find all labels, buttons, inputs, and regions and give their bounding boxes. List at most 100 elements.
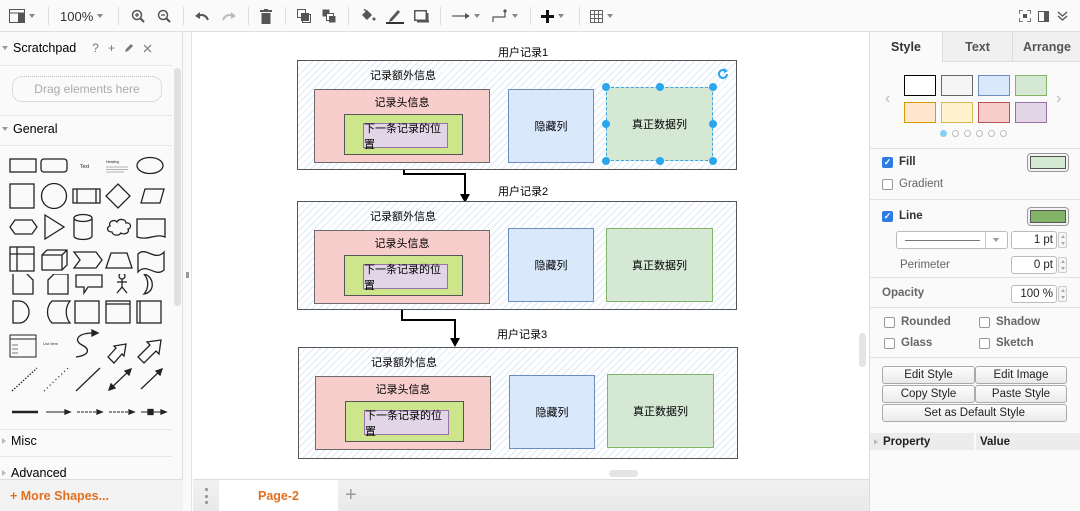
fill-color-button[interactable] xyxy=(360,6,376,26)
resize-handle[interactable] xyxy=(709,157,717,165)
shadow-option[interactable]: Shadow xyxy=(979,316,1040,328)
style-swatch[interactable] xyxy=(1015,102,1047,123)
canvas-horizontal-scrollbar[interactable] xyxy=(609,470,638,477)
toggle-format-panel-button[interactable] xyxy=(1038,6,1049,26)
record-header-box[interactable]: 记录头信息 下一条记录的位置 xyxy=(315,376,491,450)
format-panel-toggle-button[interactable] xyxy=(9,6,35,26)
waypoints-button[interactable] xyxy=(492,6,518,26)
delete-button[interactable] xyxy=(260,6,272,26)
resize-handle[interactable] xyxy=(602,157,610,165)
sidebar-splitter[interactable] xyxy=(183,32,192,511)
user-record-1[interactable]: 记录额外信息 记录头信息 下一条记录的位置 隐藏列 真正数据列 xyxy=(297,60,737,170)
real-data-columns-box[interactable]: 真正数据列 xyxy=(606,228,713,302)
user-record-3[interactable]: 记录额外信息 记录头信息 下一条记录的位置 隐藏列 真正数据列 xyxy=(298,347,738,459)
line-color-picker[interactable] xyxy=(1027,207,1069,226)
real-data-columns-box[interactable]: 真正数据列 xyxy=(607,374,714,448)
to-front-button[interactable] xyxy=(297,6,311,26)
tab-style[interactable]: Style xyxy=(870,32,942,62)
help-icon[interactable]: ? xyxy=(92,41,99,55)
line-width-stepper[interactable] xyxy=(1058,232,1067,248)
sidebar-scrollbar[interactable] xyxy=(174,68,181,306)
next-record-container[interactable]: 下一条记录的位置 xyxy=(345,401,464,442)
add-page-button[interactable]: + xyxy=(345,484,357,507)
pages-menu-icon[interactable] xyxy=(201,488,211,504)
perimeter-input[interactable]: 0 pt xyxy=(1011,256,1057,274)
fill-checkbox[interactable]: ✓ xyxy=(882,156,893,168)
page-tab[interactable]: Page-2 xyxy=(219,480,338,511)
sketch-checkbox[interactable] xyxy=(979,337,990,349)
tab-arrange[interactable]: Arrange xyxy=(1012,32,1080,62)
zoom-in-button[interactable] xyxy=(131,6,145,26)
more-shapes-button[interactable]: + More Shapes... xyxy=(0,479,183,511)
edit-style-button[interactable]: Edit Style xyxy=(882,366,975,384)
canvas-vertical-scrollbar[interactable] xyxy=(859,333,866,367)
swatch-page-dot[interactable] xyxy=(952,130,959,137)
property-column-header[interactable]: Property xyxy=(870,433,974,450)
swatch-prev-icon[interactable]: ‹ xyxy=(885,90,890,108)
undo-button[interactable] xyxy=(195,6,209,26)
user-record-2[interactable]: 记录额外信息 记录头信息 下一条记录的位置 隐藏列 真正数据列 xyxy=(297,201,737,310)
style-swatch[interactable] xyxy=(941,75,973,96)
fill-color-picker[interactable] xyxy=(1027,153,1069,172)
line-width-input[interactable]: 1 pt xyxy=(1011,231,1057,249)
close-icon[interactable] xyxy=(143,44,152,53)
diagram-canvas[interactable]: 用户记录1 记录额外信息 记录头信息 下一条记录的位置 隐藏列 真正数据列 用户… xyxy=(193,32,869,479)
zoom-dropdown[interactable]: 100% xyxy=(60,6,104,26)
style-swatch[interactable] xyxy=(941,102,973,123)
resize-handle[interactable] xyxy=(656,83,664,91)
style-swatch[interactable] xyxy=(904,102,936,123)
rounded-option[interactable]: Rounded xyxy=(884,316,951,328)
real-data-columns-box[interactable]: 真正数据列 xyxy=(606,87,713,161)
opacity-stepper[interactable] xyxy=(1058,286,1067,302)
set-default-style-button[interactable]: Set as Default Style xyxy=(882,404,1067,422)
swatch-page-dot[interactable] xyxy=(988,130,995,137)
perimeter-stepper[interactable] xyxy=(1058,257,1067,273)
zoom-out-button[interactable] xyxy=(157,6,171,26)
resize-handle[interactable] xyxy=(602,83,610,91)
next-record-pointer[interactable]: 下一条记录的位置 xyxy=(363,123,448,151)
sketch-option[interactable]: Sketch xyxy=(979,337,1034,349)
glass-checkbox[interactable] xyxy=(884,337,895,349)
swatch-page-dot[interactable] xyxy=(1000,130,1007,137)
style-swatch[interactable] xyxy=(978,102,1010,123)
add-icon[interactable]: + xyxy=(108,41,115,55)
next-record-container[interactable]: 下一条记录的位置 xyxy=(344,114,463,155)
shadow-button[interactable] xyxy=(414,6,429,26)
style-swatch[interactable] xyxy=(1015,75,1047,96)
shadow-checkbox[interactable] xyxy=(979,316,990,328)
swatch-page-dot[interactable] xyxy=(940,130,947,137)
paste-style-button[interactable]: Paste Style xyxy=(975,385,1067,403)
tab-text[interactable]: Text xyxy=(942,32,1012,62)
line-color-button[interactable] xyxy=(386,6,404,26)
hidden-columns-box[interactable]: 隐藏列 xyxy=(508,228,594,302)
glass-option[interactable]: Glass xyxy=(884,337,932,349)
connection-style-button[interactable] xyxy=(452,6,480,26)
to-back-button[interactable] xyxy=(322,6,336,26)
collapse-toolbar-button[interactable] xyxy=(1057,6,1068,26)
edit-icon[interactable] xyxy=(124,43,134,53)
record-header-box[interactable]: 记录头信息 下一条记录的位置 xyxy=(314,230,490,304)
record-header-box[interactable]: 记录头信息 下一条记录的位置 xyxy=(314,89,490,163)
resize-handle[interactable] xyxy=(656,157,664,165)
next-record-pointer[interactable]: 下一条记录的位置 xyxy=(363,264,448,292)
redo-button[interactable] xyxy=(222,6,236,26)
misc-section-header[interactable]: Misc xyxy=(0,430,172,452)
hidden-columns-box[interactable]: 隐藏列 xyxy=(509,375,595,449)
general-section-header[interactable]: General xyxy=(0,118,172,140)
style-swatch[interactable] xyxy=(904,75,936,96)
next-record-pointer[interactable]: 下一条记录的位置 xyxy=(364,410,449,438)
scratchpad-drop-zone[interactable]: Drag elements here xyxy=(12,76,162,102)
resize-handle[interactable] xyxy=(602,120,610,128)
next-record-container[interactable]: 下一条记录的位置 xyxy=(344,255,463,296)
scratchpad-header[interactable]: Scratchpad ? + xyxy=(0,37,172,59)
resize-handle[interactable] xyxy=(709,83,717,91)
opacity-input[interactable]: 100 % xyxy=(1011,285,1057,303)
swatch-page-dot[interactable] xyxy=(976,130,983,137)
hidden-columns-box[interactable]: 隐藏列 xyxy=(508,89,594,163)
rounded-checkbox[interactable] xyxy=(884,316,895,328)
edit-image-button[interactable]: Edit Image xyxy=(975,366,1067,384)
line-checkbox[interactable]: ✓ xyxy=(882,210,893,222)
style-swatch[interactable] xyxy=(978,75,1010,96)
resize-handle[interactable] xyxy=(709,120,717,128)
line-pattern-select[interactable] xyxy=(896,231,1008,249)
